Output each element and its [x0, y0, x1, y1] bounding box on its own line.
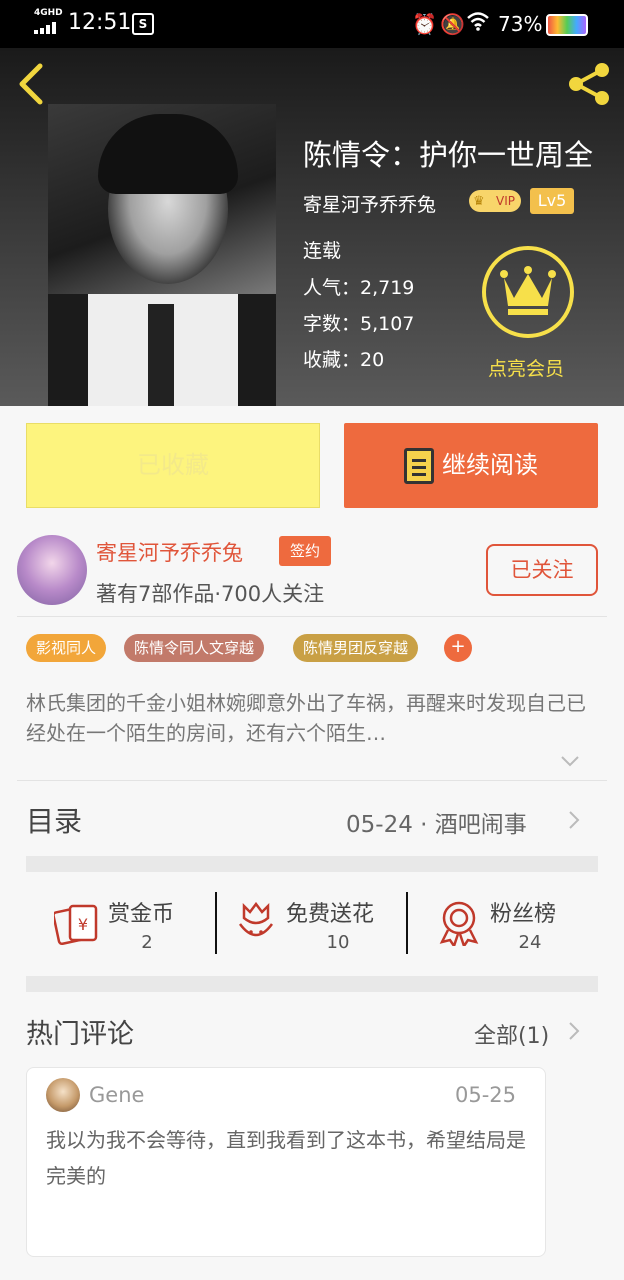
vip-crown-icon: ♛ — [473, 194, 485, 209]
member-crown-button[interactable] — [482, 246, 574, 338]
battery-percent: 73% — [498, 12, 543, 36]
stat-value: 2 — [141, 932, 153, 953]
vip-badge: ♛ VIP — [469, 190, 521, 212]
crown-icon — [500, 266, 556, 315]
signed-badge: 签约 — [279, 536, 331, 566]
divider — [406, 892, 408, 954]
commenter-name[interactable]: Gene — [89, 1083, 144, 1107]
expand-chevron-icon[interactable] — [560, 755, 580, 767]
network-type: 4GHD — [34, 8, 63, 18]
divider — [215, 892, 217, 954]
share-icon[interactable] — [566, 60, 614, 108]
stat-value: 24 — [518, 932, 542, 953]
comment-date: 05-25 — [455, 1083, 517, 1107]
svg-text:¥: ¥ — [78, 915, 88, 934]
tag-item[interactable]: 影视同人 — [26, 634, 107, 662]
book-icon — [404, 448, 434, 484]
book-header: 陈情令：护你一世周全 寄星河予乔乔兔 ♛ VIP Lv5 连载 人气：2,719… — [0, 48, 624, 406]
flower-icon — [238, 902, 274, 937]
book-title: 陈情令：护你一世周全 — [303, 138, 594, 172]
stat-label[interactable]: 粉丝榜 — [490, 896, 556, 928]
author-avatar[interactable] — [17, 535, 87, 605]
favorited-button[interactable]: 已收藏 — [26, 423, 320, 508]
favorites-count: 收藏：20 — [303, 349, 385, 371]
status-bar: 4GHD 12:51 S ⏰ 🔕 73% — [0, 0, 624, 48]
divider — [17, 780, 607, 781]
status-time: 12:51 — [68, 10, 132, 35]
author-meta: 著有7部作品·700人关注 — [96, 582, 325, 606]
chevron-right-icon[interactable] — [568, 810, 580, 830]
tag-item[interactable]: 陈情令同人文穿越 — [124, 634, 265, 662]
author-name[interactable]: 寄星河予乔乔兔 — [96, 537, 243, 567]
stat-value: 10 — [326, 932, 350, 953]
hot-comments-title: 热门评论 — [26, 1019, 134, 1050]
mute-icon: 🔕 — [440, 12, 465, 36]
stat-label[interactable]: 赏金币 — [108, 896, 174, 928]
red-envelope-icon: ¥ — [54, 904, 98, 946]
member-label[interactable]: 点亮会员 — [488, 354, 564, 381]
signal-icon — [34, 22, 56, 34]
wifi-icon — [467, 12, 489, 31]
book-cover[interactable] — [48, 104, 276, 406]
divider — [17, 616, 607, 617]
stat-label[interactable]: 免费送花 — [286, 896, 374, 928]
alarm-icon: ⏰ — [412, 12, 437, 36]
all-comments-link[interactable]: 全部(1) — [474, 1018, 549, 1050]
header-author[interactable]: 寄星河予乔乔兔 — [303, 190, 436, 217]
more-tags-button[interactable]: + — [444, 634, 472, 662]
battery-icon — [546, 14, 588, 36]
sim-icon: S — [132, 13, 154, 35]
serial-status: 连载 — [303, 240, 342, 262]
back-arrow-icon[interactable] — [14, 62, 48, 106]
latest-chapter[interactable]: 05-24 · 酒吧闹事 — [346, 805, 527, 839]
commenter-avatar[interactable] — [46, 1078, 80, 1112]
book-description[interactable]: 林氏集团的千金小姐林婉卿意外出了车祸，再醒来时发现自己已经处在一个陌生的房间，还… — [26, 688, 598, 748]
section-separator — [26, 976, 598, 992]
section-separator — [26, 856, 598, 872]
level-badge: Lv5 — [530, 188, 574, 214]
word-count: 字数：5,107 — [303, 313, 415, 335]
chevron-right-icon[interactable] — [568, 1021, 580, 1041]
continue-reading-button[interactable]: 继续阅读 — [344, 423, 598, 508]
medal-icon — [439, 901, 479, 946]
comment-text: 我以为我不会等待，直到我看到了这本书，希望结局是完美的 — [46, 1128, 526, 1188]
popularity-count: 人气：2,719 — [303, 277, 415, 299]
tag-item[interactable]: 陈情男团反穿越 — [293, 634, 419, 662]
catalog-label[interactable]: 目录 — [26, 800, 82, 840]
followed-button[interactable]: 已关注 — [486, 544, 598, 596]
